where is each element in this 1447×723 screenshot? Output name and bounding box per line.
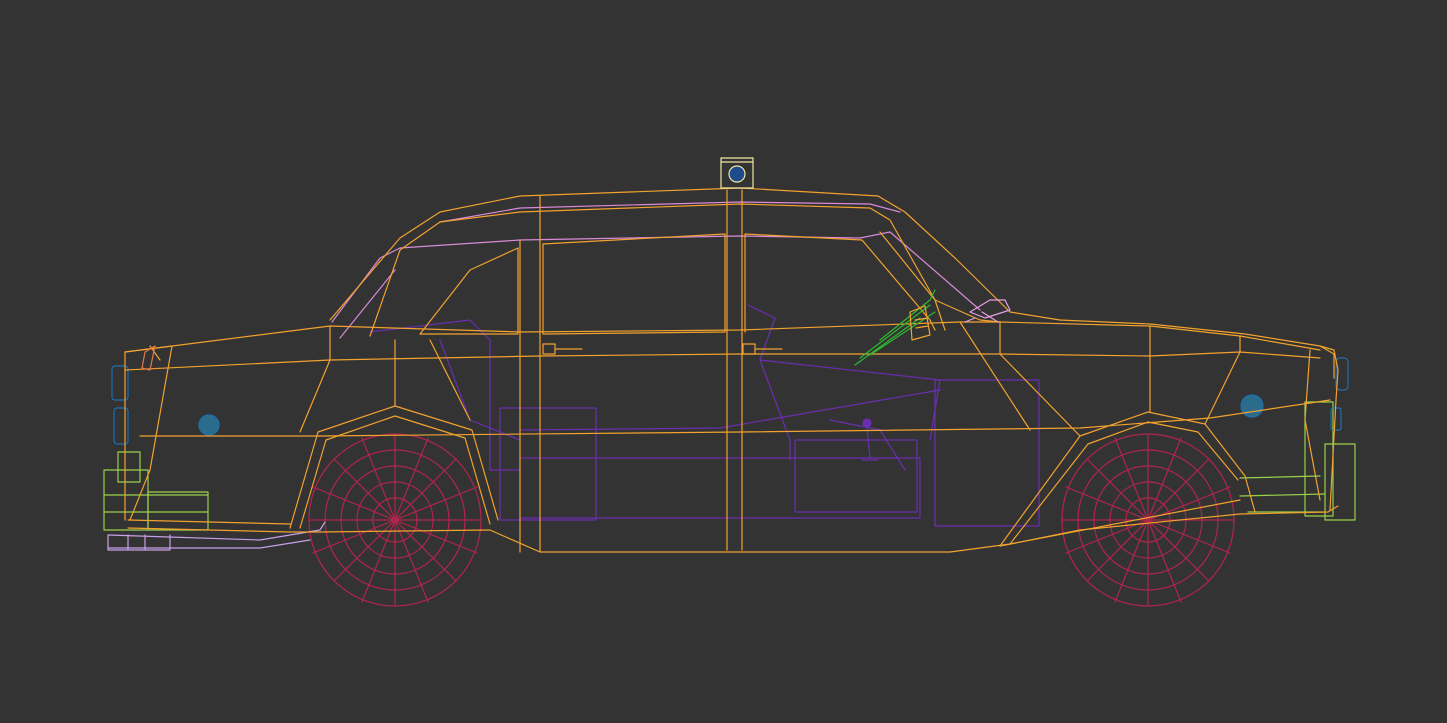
front-bumper <box>1239 401 1356 521</box>
car-body <box>124 187 1339 553</box>
front-wheel <box>1061 433 1235 607</box>
front-lights <box>1240 357 1349 431</box>
interior-frame <box>369 304 1040 527</box>
taxi-roof-sign-icon <box>720 157 754 189</box>
rear-door-handle-icon <box>542 343 583 355</box>
rear-lights <box>111 365 220 445</box>
car-wireframe-scene <box>103 157 1356 607</box>
rear-wheel <box>308 433 482 607</box>
roof-trim <box>331 201 981 339</box>
rear-exhaust <box>107 521 326 551</box>
wireframe-viewport[interactable] <box>0 0 1447 723</box>
rear-bumper <box>103 451 209 531</box>
